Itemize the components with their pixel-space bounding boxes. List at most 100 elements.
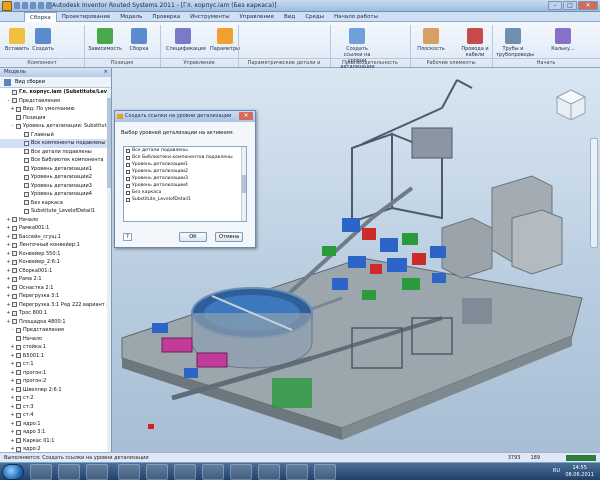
- tree-item[interactable]: + ядро 3:1: [0, 428, 108, 437]
- tree-expander[interactable]: -: [10, 326, 15, 335]
- tree-expander[interactable]: +: [6, 309, 11, 318]
- messenger-icon[interactable]: [286, 464, 308, 480]
- start-button-icon[interactable]: [2, 464, 24, 480]
- checkbox[interactable]: [126, 162, 130, 167]
- tree-expander[interactable]: +: [10, 437, 15, 446]
- minimize-button[interactable]: –: [548, 1, 562, 10]
- tree-expander[interactable]: +: [6, 241, 11, 250]
- tree-expander[interactable]: +: [6, 275, 11, 284]
- dialog-close-button[interactable]: ✕: [239, 112, 253, 120]
- filter-icon[interactable]: [4, 78, 11, 86]
- ribbon-button-5[interactable]: Спецификация: [166, 28, 206, 52]
- cancel-button[interactable]: Отмена: [215, 232, 243, 242]
- checkbox[interactable]: [126, 148, 130, 153]
- tree-expander[interactable]: +: [10, 105, 15, 114]
- lod-list-item[interactable]: Без каркаса: [124, 189, 246, 196]
- tree-expander[interactable]: -: [10, 122, 15, 131]
- tree-item[interactable]: Без каркаса: [0, 199, 108, 208]
- folder-icon[interactable]: [174, 464, 196, 480]
- tree-item[interactable]: + Перегрузка 3:1 Ряд 222 вариант 2:1: [0, 301, 108, 310]
- help-button[interactable]: ?: [123, 233, 132, 241]
- explorer-icon[interactable]: [58, 464, 80, 480]
- lod-list-item[interactable]: Уровень детализации3: [124, 175, 246, 182]
- tab-3[interactable]: Модель: [115, 12, 147, 22]
- tree-expander[interactable]: +: [6, 216, 11, 225]
- lod-list-item[interactable]: Уровень детализации2: [124, 168, 246, 175]
- tree-expander[interactable]: +: [10, 377, 15, 386]
- tree-item[interactable]: + ст:1: [0, 360, 108, 369]
- ribbon-button-2[interactable]: Создать: [26, 28, 60, 52]
- ok-button[interactable]: ОК: [179, 232, 207, 242]
- tree-expander[interactable]: +: [10, 420, 15, 429]
- maximize-button[interactable]: □: [563, 1, 577, 10]
- save-icon[interactable]: [30, 2, 36, 9]
- tree-item[interactable]: + Конвейер 550:1: [0, 250, 108, 259]
- tree-item[interactable]: + ст:3: [0, 403, 108, 412]
- checkbox[interactable]: [126, 169, 130, 174]
- undo-icon[interactable]: [38, 2, 44, 9]
- tab-6[interactable]: Управление: [235, 12, 280, 22]
- tree-item[interactable]: Все компоненты подавлены: [0, 139, 108, 148]
- tree-expander[interactable]: +: [10, 343, 15, 352]
- tree-item[interactable]: + Трос 800:1: [0, 309, 108, 318]
- tree-item[interactable]: Главный: [0, 131, 108, 140]
- close-button[interactable]: ✕: [578, 1, 598, 10]
- checkbox[interactable]: [126, 176, 130, 181]
- viewcube-icon[interactable]: [552, 86, 590, 124]
- lod-list-item[interactable]: Все Библиотеки компонентов подавлены: [124, 154, 246, 161]
- view-dropdown[interactable]: Вид сборки: [15, 77, 45, 88]
- navigation-bar[interactable]: [590, 138, 598, 248]
- language-indicator[interactable]: RU: [553, 468, 560, 474]
- lod-list-item[interactable]: Все детали подавлены: [124, 147, 246, 154]
- tree-item[interactable]: + стойка:1: [0, 343, 108, 352]
- acrobat-icon[interactable]: [202, 464, 224, 480]
- tab-5[interactable]: Инструменты: [185, 12, 234, 22]
- tree-expander[interactable]: +: [6, 258, 11, 267]
- tree-expander[interactable]: -: [6, 97, 11, 106]
- tree-expander[interactable]: +: [6, 250, 11, 259]
- checkbox[interactable]: [126, 155, 130, 160]
- tree-item[interactable]: Уровень детализации2: [0, 173, 108, 182]
- tree-expander[interactable]: +: [10, 411, 15, 420]
- tree-item[interactable]: Уровень детализации1: [0, 165, 108, 174]
- tree-expander[interactable]: +: [6, 284, 11, 293]
- checkbox[interactable]: [126, 197, 130, 202]
- lod-list-item[interactable]: Уровень детализации4: [124, 182, 246, 189]
- tree-item[interactable]: + ст:4: [0, 411, 108, 420]
- tree-item[interactable]: + Оснастка 2:1: [0, 284, 108, 293]
- tree-item[interactable]: + Рама 2:1: [0, 275, 108, 284]
- powerpoint-icon[interactable]: [118, 464, 140, 480]
- ribbon-button-6[interactable]: Параметры: [208, 28, 242, 52]
- tree-expander[interactable]: +: [10, 403, 15, 412]
- tab-1[interactable]: Сборка: [24, 12, 57, 22]
- open-icon[interactable]: [22, 2, 28, 9]
- tree-item[interactable]: + Площадка 4800:1: [0, 318, 108, 327]
- tree-item[interactable]: + Перегрузка 3:1: [0, 292, 108, 301]
- tree-expander[interactable]: +: [6, 224, 11, 233]
- tree-item[interactable]: Все Библиотек компонента: [0, 156, 108, 165]
- tree-item[interactable]: Уровень детализации3: [0, 182, 108, 191]
- tree-item[interactable]: + ст:2: [0, 394, 108, 403]
- tree-item[interactable]: + Начало: [0, 216, 108, 225]
- ribbon-button-10[interactable]: Трубы и трубопроводы: [496, 28, 534, 58]
- tree-item[interactable]: Гл. корпус.iam (Substitute/Level: [0, 88, 108, 97]
- tree-expander[interactable]: +: [6, 292, 11, 301]
- tree-item[interactable]: + Рамка001:1: [0, 224, 108, 233]
- ribbon-button-3[interactable]: Зависимость: [88, 28, 122, 52]
- checkbox[interactable]: [126, 190, 130, 195]
- tree-item[interactable]: + Сборка001:1: [0, 267, 108, 276]
- ribbon-button-11[interactable]: Кальку...: [546, 28, 580, 52]
- tree-item[interactable]: - Представления: [0, 97, 108, 106]
- tree-expander[interactable]: +: [10, 369, 15, 378]
- lod-list-item[interactable]: Substitute_LevelofDetail1: [124, 196, 246, 203]
- tree-item[interactable]: Substitute_LevelofDetail1: [0, 207, 108, 216]
- tree-item[interactable]: + Каркас 01:1: [0, 437, 108, 446]
- tab-2[interactable]: Проектирование: [57, 12, 116, 22]
- ribbon-button-9[interactable]: Провода и кабели: [458, 28, 492, 58]
- tab-9[interactable]: Начало работы: [329, 12, 383, 22]
- ie-icon[interactable]: [30, 464, 52, 480]
- lod-list-item[interactable]: Уровень детализации1: [124, 161, 246, 168]
- app-icon[interactable]: [314, 464, 336, 480]
- tree-item[interactable]: + Швеллер 2:6:1: [0, 386, 108, 395]
- new-icon[interactable]: [14, 2, 20, 9]
